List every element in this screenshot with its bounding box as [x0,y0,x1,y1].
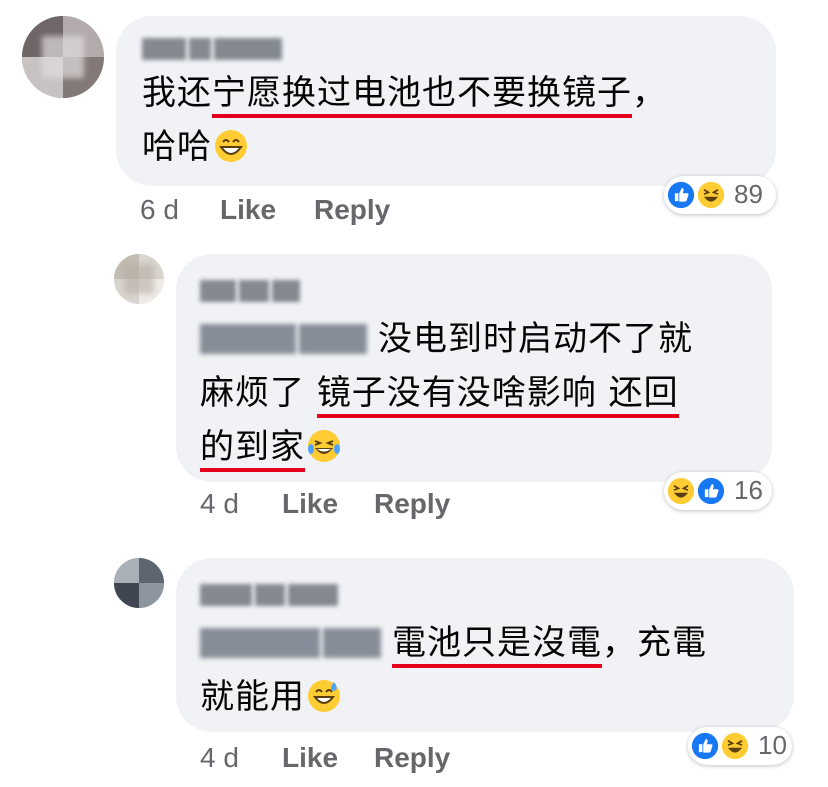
comment-timestamp[interactable]: 4 d [200,488,239,520]
commenter-avatar[interactable] [114,254,164,304]
highlighted-text: 镜子没有没啥影响 还回 [316,373,679,418]
reaction-count: 16 [734,475,763,505]
blurred-commenter-name[interactable] [200,280,303,302]
comment-bubble: 没电到时启动不了就 麻烦了 镜子没有没啥影响 还回 的到家 [176,254,772,482]
haha-reaction-icon [695,179,727,211]
blurred-tagged-name[interactable] [200,316,370,354]
comment-timestamp[interactable]: 6 d [140,194,179,226]
like-button[interactable]: Like [220,194,276,226]
comment-bubble: 我还宁愿换过电池也不要换镜子， 哈哈 [116,16,776,186]
commenter-avatar[interactable] [22,16,104,98]
like-button[interactable]: Like [282,742,338,774]
comment-text: 没电到时启动不了就 麻烦了 镜子没有没啥影响 还回 的到家 [200,312,760,474]
tears-of-joy-emoji [308,430,340,462]
reaction-count: 89 [734,179,763,209]
comment-timestamp[interactable]: 4 d [200,742,239,774]
grinning-emoji [215,130,247,162]
haha-reaction-icon [719,730,751,762]
reaction-count: 10 [758,730,787,760]
reply-button[interactable]: Reply [374,488,450,520]
like-reaction-icon [689,730,721,762]
blurred-commenter-name[interactable] [200,584,341,606]
commenter-avatar[interactable] [114,558,164,608]
reaction-summary[interactable]: 16 [664,472,772,510]
highlighted-text: 的到家 [200,427,305,472]
like-reaction-icon [695,475,727,507]
reaction-summary[interactable]: 89 [664,176,776,214]
highlighted-text: 宁愿换过电池也不要换镜子 [212,73,632,118]
blurred-commenter-name[interactable] [142,38,285,60]
reply-button[interactable]: Reply [314,194,390,226]
comment-text: 我还宁愿换过电池也不要换镜子， 哈哈 [142,73,667,167]
reaction-summary[interactable]: 10 [688,727,792,765]
highlighted-text: 電池只是沒電 [392,623,602,668]
haha-reaction-icon [665,475,697,507]
comment-bubble: 電池只是沒電，充電 就能用 [176,558,794,732]
sweat-smile-emoji [308,680,340,712]
comment-text: 電池只是沒電，充電 就能用 [200,616,780,724]
blurred-tagged-name[interactable] [200,620,384,658]
like-button[interactable]: Like [282,488,338,520]
like-reaction-icon [665,179,697,211]
reply-button[interactable]: Reply [374,742,450,774]
